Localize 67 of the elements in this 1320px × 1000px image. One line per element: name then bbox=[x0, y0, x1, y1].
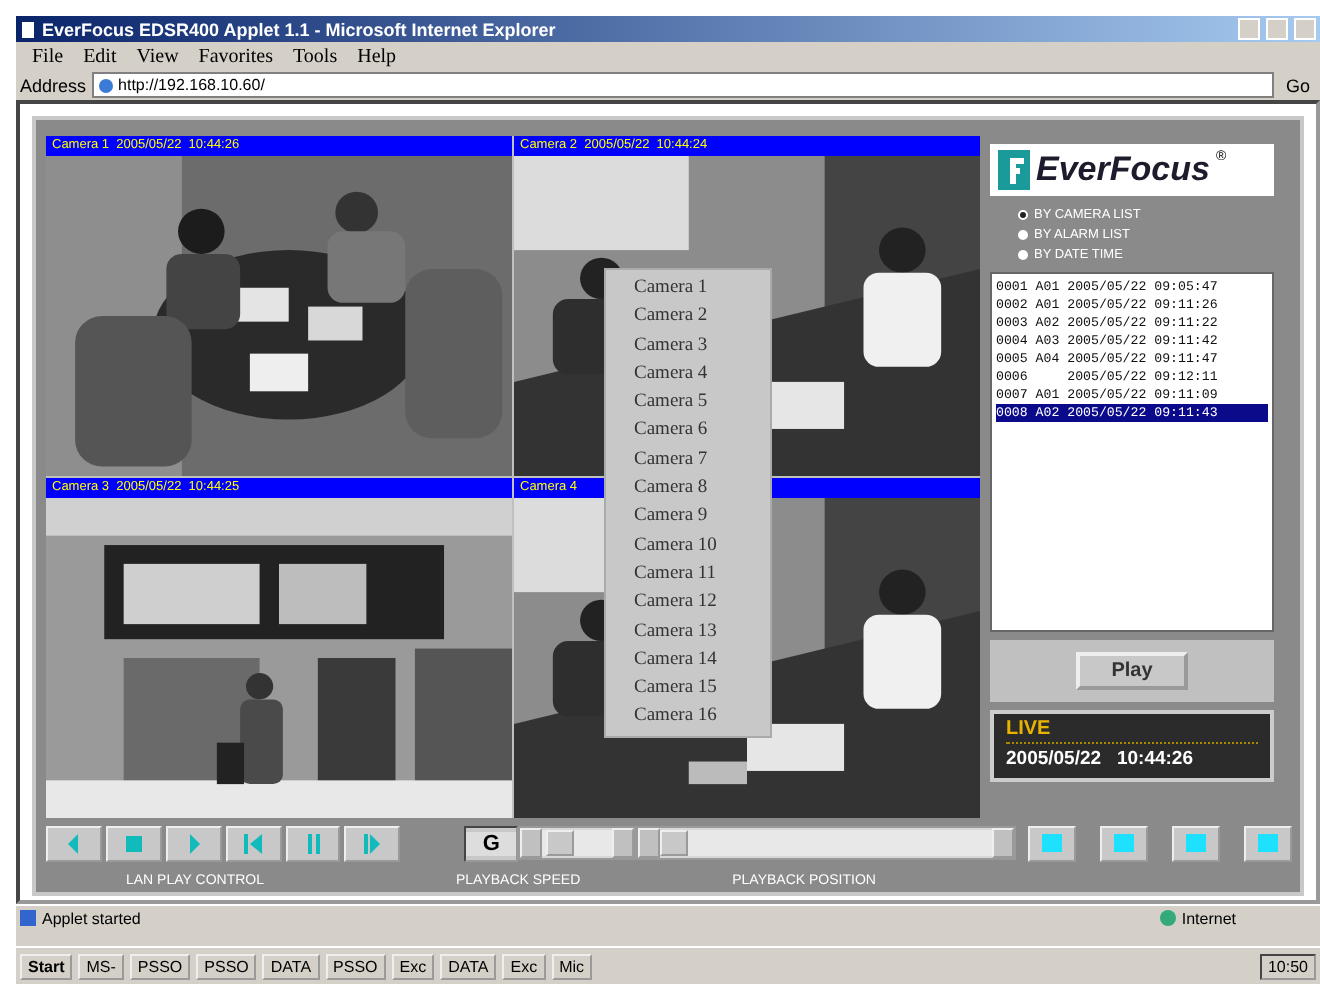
taskbar-button[interactable]: MS- bbox=[78, 953, 124, 979]
menu-item[interactable]: File bbox=[32, 45, 64, 67]
menu-item[interactable]: Camera 9 bbox=[606, 502, 770, 532]
step-back-button[interactable] bbox=[46, 825, 102, 861]
globe-icon bbox=[98, 77, 115, 93]
pause-button[interactable] bbox=[285, 825, 341, 861]
taskbar-button[interactable]: DATA bbox=[440, 953, 497, 979]
live-time: 2005/05/22 10:44:26 bbox=[1006, 748, 1195, 770]
logo-icon bbox=[998, 150, 1030, 190]
position-slider[interactable] bbox=[636, 826, 1016, 860]
menu-item[interactable]: View bbox=[136, 45, 179, 67]
start-button[interactable]: Start bbox=[20, 953, 73, 979]
menu-item[interactable]: Camera 14 bbox=[606, 645, 770, 675]
live-status: LIVE bbox=[1006, 718, 1053, 740]
window-title: EverFocus EDSR400 Applet 1.1 - Microsoft Internet Explorer bbox=[42, 19, 558, 39]
taskbar-button[interactable]: PSSO bbox=[196, 953, 257, 979]
menu-item[interactable]: Camera 15 bbox=[606, 674, 770, 703]
maximize-button[interactable] bbox=[1266, 18, 1288, 40]
taskbar-button[interactable]: Exc bbox=[391, 953, 435, 979]
menu-item[interactable]: Camera 8 bbox=[606, 474, 770, 503]
page-icon bbox=[20, 21, 36, 37]
taskbar-button[interactable]: DATA bbox=[262, 953, 320, 979]
menu-item[interactable]: Camera 6 bbox=[606, 416, 770, 446]
layout-button[interactable] bbox=[1099, 825, 1148, 861]
menu-item[interactable]: Camera 12 bbox=[606, 588, 770, 618]
menu-item[interactable]: Camera 1 bbox=[606, 274, 770, 303]
speed-slider[interactable] bbox=[517, 826, 637, 860]
menu-item[interactable]: Camera 3 bbox=[606, 331, 770, 360]
layout-button[interactable] bbox=[1171, 825, 1220, 861]
address-field[interactable]: http://192.168.10.60/ bbox=[92, 72, 1274, 98]
slider-thumb[interactable] bbox=[546, 830, 575, 856]
stop-button[interactable] bbox=[105, 825, 162, 861]
menu-item[interactable]: Tools bbox=[293, 45, 338, 67]
close-button[interactable] bbox=[1294, 18, 1316, 40]
taskbar-button[interactable]: Mic bbox=[551, 953, 593, 979]
go-button[interactable]: Go bbox=[1279, 75, 1316, 95]
menu-item[interactable]: Camera 13 bbox=[606, 617, 770, 646]
menu-item[interactable]: Camera 2 bbox=[606, 302, 770, 332]
menu-item[interactable]: Camera 4 bbox=[606, 359, 770, 389]
status-text: Applet started bbox=[42, 909, 143, 927]
menu-item[interactable]: Camera 10 bbox=[606, 531, 770, 560]
menu-item[interactable]: Favorites bbox=[198, 45, 274, 67]
brand-name: EverFocus bbox=[1036, 150, 1210, 190]
rewind-button[interactable] bbox=[225, 825, 282, 861]
slider-thumb[interactable] bbox=[660, 830, 689, 856]
speed-value[interactable]: G bbox=[466, 831, 516, 855]
step-forward-button[interactable] bbox=[344, 825, 401, 861]
menu-item[interactable]: Camera 5 bbox=[606, 388, 770, 417]
taskbar-button[interactable]: PSSO bbox=[129, 953, 191, 979]
menu-item[interactable]: Edit bbox=[83, 45, 117, 67]
layout-button[interactable] bbox=[1027, 825, 1076, 861]
minimize-button[interactable] bbox=[1238, 18, 1260, 40]
zone-text: Internet bbox=[1181, 909, 1236, 927]
taskbar-button[interactable]: PSSO bbox=[325, 953, 386, 979]
page-icon bbox=[20, 910, 36, 926]
layout-button[interactable] bbox=[1243, 825, 1292, 861]
menu-item[interactable]: Help bbox=[357, 45, 397, 67]
globe-icon bbox=[1159, 910, 1176, 926]
menu-item[interactable]: Camera 7 bbox=[606, 445, 770, 475]
play-button[interactable] bbox=[165, 825, 222, 861]
menu-item[interactable]: Camera 16 bbox=[606, 702, 770, 732]
address-label: Address bbox=[20, 75, 87, 95]
menu-item[interactable]: Camera 11 bbox=[606, 559, 770, 589]
taskbar-button[interactable]: Exc bbox=[502, 953, 546, 979]
clock: 10:50 bbox=[1259, 953, 1316, 979]
play-button[interactable]: Play bbox=[1075, 652, 1189, 690]
rewind-icon bbox=[239, 829, 268, 857]
